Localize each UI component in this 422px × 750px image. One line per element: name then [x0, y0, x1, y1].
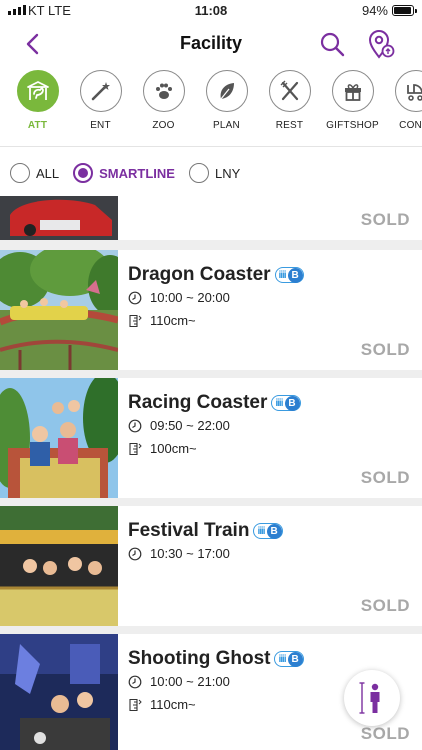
- location-pin-icon[interactable]: [366, 28, 396, 60]
- list-item[interactable]: Racing Coaster iiii B 09:50 ~ 22:00 100c…: [0, 378, 422, 498]
- tab-label: ATT: [27, 120, 48, 131]
- facility-title: Racing Coaster: [128, 392, 268, 413]
- tab-zoo[interactable]: ZOO: [132, 70, 195, 148]
- person-height-icon: [359, 682, 380, 714]
- height-ruler-icon: [129, 442, 142, 455]
- smartline-badge: iiii B: [274, 651, 304, 667]
- tab-label: ENT: [90, 120, 111, 131]
- line-filter: ALL SMARTLINE LNY: [0, 158, 422, 188]
- clock: 11:08: [194, 3, 228, 18]
- badge-letter: B: [284, 395, 300, 411]
- height-ruler-icon: [129, 314, 142, 327]
- battery-percent: 94%: [361, 3, 388, 18]
- facility-name: Festival Train iiii B: [128, 520, 283, 542]
- tab-label: ZOO: [152, 120, 175, 131]
- tab-plan[interactable]: PLAN: [195, 70, 258, 148]
- stroller-icon: [394, 70, 422, 112]
- height-row: 100cm~: [128, 441, 197, 456]
- filter-label: ALL: [36, 165, 60, 181]
- filter-smartline[interactable]: SMARTLINE: [73, 163, 175, 183]
- facility-title: Festival Train: [128, 520, 250, 541]
- tab-label: REST: [275, 120, 304, 131]
- list-item[interactable]: Dragon Coaster iiii B 10:00 ~ 20:00 110c…: [0, 250, 422, 370]
- tab-ent[interactable]: ENT: [69, 70, 132, 148]
- people-icon: iiii: [275, 397, 283, 409]
- smartline-badge: iiii B: [274, 267, 304, 283]
- facility-photo: [0, 196, 118, 240]
- list-item[interactable]: SOLD: [0, 196, 422, 240]
- facility-list: SOLD Dragon Coaster iiii B 10:00 ~ 20:00…: [0, 196, 422, 750]
- filter-label: SMARTLINE: [99, 165, 175, 181]
- hours-text: 10:30 ~ 17:00: [150, 546, 230, 561]
- sold-status: SOLD: [360, 468, 410, 487]
- people-icon: iiii: [257, 525, 265, 537]
- list-item[interactable]: Festival Train iiii B 10:30 ~ 17:00 SOLD: [0, 506, 422, 626]
- height-row: 110cm~: [128, 697, 196, 712]
- height-filter-button[interactable]: [344, 670, 400, 726]
- hours-row: 10:00 ~ 21:00: [128, 674, 230, 689]
- facility-name: Dragon Coaster iiii B: [128, 264, 304, 286]
- filter-label: LNY: [214, 165, 241, 181]
- hours-row: 10:00 ~ 20:00: [128, 290, 230, 305]
- radio-checked-icon: [73, 163, 94, 183]
- page-title: Facility: [179, 33, 243, 53]
- hours-text: 10:00 ~ 21:00: [150, 674, 230, 689]
- gift-icon: [331, 70, 374, 112]
- sold-status: SOLD: [360, 596, 410, 615]
- tab-giftshop[interactable]: GIFTSHOP: [321, 70, 384, 148]
- smartline-badge: iiii B: [271, 395, 301, 411]
- facility-photo: [0, 378, 118, 498]
- facility-photo: [0, 634, 118, 750]
- tab-label: GIFTSHOP: [326, 120, 379, 131]
- status-bar: KT LTE 11:08 94%: [0, 0, 422, 22]
- tab-label: CONVI: [399, 120, 422, 131]
- facility-title: Dragon Coaster: [128, 264, 271, 285]
- battery-icon: [392, 5, 417, 16]
- magic-wand-icon: [79, 70, 122, 112]
- facility-photo: [0, 250, 118, 370]
- clock-icon: [128, 419, 142, 432]
- clock-icon: [128, 547, 142, 560]
- divider: [0, 146, 422, 147]
- facility-name: Racing Coaster iiii B: [128, 392, 301, 414]
- search-icon[interactable]: [318, 30, 346, 58]
- hours-row: 09:50 ~ 22:00: [128, 418, 230, 433]
- clock-icon: [128, 291, 142, 304]
- category-tabs: ATT ENT ZOO PLAN REST GIFTSHOP CON: [0, 70, 422, 148]
- tab-convi[interactable]: CONVI: [384, 70, 422, 148]
- facility-photo: [0, 506, 118, 626]
- carousel-horse-icon: [16, 70, 59, 112]
- filter-lny[interactable]: LNY: [188, 163, 241, 183]
- height-text: 110cm~: [150, 313, 196, 328]
- sold-status: SOLD: [360, 340, 410, 359]
- facility-name: Shooting Ghost iiii B: [128, 648, 304, 670]
- people-icon: iiii: [278, 653, 286, 665]
- tab-rest[interactable]: REST: [258, 70, 321, 148]
- height-text: 110cm~: [150, 697, 196, 712]
- leaf-icon: [205, 70, 248, 112]
- smartline-badge: iiii B: [253, 523, 283, 539]
- people-icon: iiii: [278, 269, 287, 281]
- sold-status: SOLD: [360, 724, 410, 743]
- radio-unchecked-icon: [188, 163, 209, 183]
- height-row: 110cm~: [128, 313, 196, 328]
- badge-letter: B: [266, 523, 282, 539]
- filter-all[interactable]: ALL: [10, 163, 59, 183]
- sold-status: SOLD: [360, 210, 410, 229]
- height-ruler-icon: [129, 698, 142, 711]
- tab-att[interactable]: ATT: [6, 70, 69, 148]
- paw-icon: [142, 70, 185, 112]
- hours-text: 10:00 ~ 20:00: [150, 290, 230, 305]
- badge-letter: B: [287, 267, 303, 283]
- hours-row: 10:30 ~ 17:00: [128, 546, 230, 561]
- hours-text: 09:50 ~ 22:00: [150, 418, 230, 433]
- facility-title: Shooting Ghost: [128, 648, 271, 669]
- radio-unchecked-icon: [10, 163, 30, 183]
- fork-knife-icon: [268, 70, 311, 112]
- nav-header: Facility: [0, 22, 422, 66]
- badge-letter: B: [287, 651, 303, 667]
- clock-icon: [128, 675, 142, 688]
- tab-label: PLAN: [213, 120, 240, 131]
- height-text: 100cm~: [150, 441, 197, 456]
